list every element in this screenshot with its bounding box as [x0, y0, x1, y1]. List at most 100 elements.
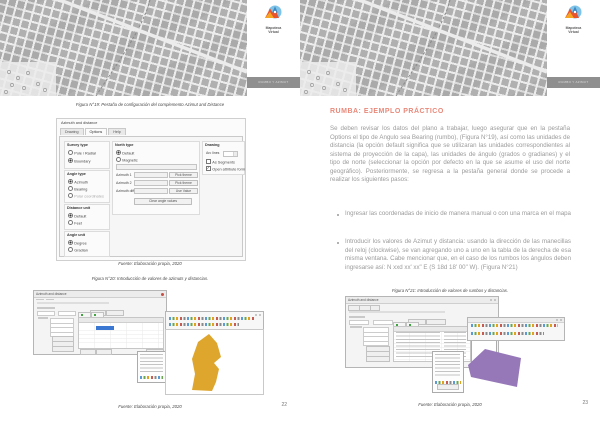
toolbar-titlebar: [468, 318, 564, 323]
city-map-banner: [0, 0, 247, 96]
form-label-stub: [350, 326, 362, 328]
instruction-text-stub: [37, 302, 109, 304]
bullet-item-2: Introducir los valores de Azimut y dista…: [345, 238, 571, 272]
page-right: Mapoteca Virtual RUMBO Y AZIMUT RUMBA: E…: [300, 0, 600, 424]
survey-type-group: Survey type Pole / Radial Boundary: [64, 141, 110, 169]
checkbox-checked-icon: [206, 166, 211, 171]
checkbox-open-attribute-form: Open attribute form: [206, 166, 245, 172]
bullet-item-1: Ingresar las coordenadas de inicio de ma…: [345, 210, 571, 219]
header-band: RUMBO Y AZIMUT: [247, 77, 300, 88]
radio-north-default: Default: [116, 150, 134, 156]
radio-icon: [116, 157, 121, 162]
brand-name-line2: Virtual: [547, 30, 600, 34]
radio-polar-coordinates: Polar coordinates: [68, 193, 104, 199]
brand-logo-text: Mapoteca Virtual: [547, 26, 600, 34]
radio-icon: [68, 186, 73, 191]
radio-selected-icon: [68, 179, 73, 184]
radio-gradian: Gradian: [68, 247, 88, 253]
tab-options: Options: [85, 128, 108, 135]
y-coordinate-field: [58, 311, 76, 317]
window-controls-icon: [556, 319, 558, 321]
pick-theme-button-2: Pick theme: [169, 180, 198, 187]
selected-cell: [96, 326, 114, 330]
tab-drawing: Drawing: [60, 128, 84, 135]
angle-type-label: Angle type: [67, 172, 86, 176]
section-label-stub: [37, 307, 55, 309]
section-heading: RUMBA: EJEMPLO PRÁCTICO: [330, 108, 444, 115]
fuente-caption-2: Fuente: Elaboración propia, 2020: [0, 404, 300, 409]
use-value-button: Use Value: [169, 188, 198, 195]
window-controls-icon: [255, 314, 257, 316]
checkbox-icon: [206, 159, 211, 164]
bottom-button-stub: [96, 349, 112, 355]
survey-type-label: Survey type: [67, 143, 88, 147]
window-controls-icon: [259, 314, 261, 316]
window-title: Azimuth and distance: [36, 292, 66, 296]
arc-lines-label: Arc lines: [206, 151, 219, 155]
distances-button-stub: [106, 310, 124, 316]
y-coordinate-field: [373, 320, 393, 326]
azimuth2-input: [134, 180, 168, 186]
x-coordinate-field: [349, 320, 369, 326]
panel-toolbar-icons: [140, 376, 163, 379]
window-controls-icon: [560, 319, 562, 321]
tab-stub: [370, 305, 380, 311]
bottom-button-stub: [80, 349, 96, 355]
radio-pole-radial: Pole / Radial: [68, 150, 96, 156]
checkbox-as-segments: As Segments: [206, 159, 235, 165]
distances-button-stub: [426, 319, 446, 325]
page-left: Mapoteca Virtual RUMBO Y AZIMUT Figura N…: [0, 0, 300, 424]
bullet-icon: [337, 242, 339, 244]
document-spread: Mapoteca Virtual RUMBO Y AZIMUT Figura N…: [0, 0, 600, 424]
radio-magnetic: Magnetic: [116, 157, 138, 163]
panel-button-stub: [437, 384, 459, 390]
qgis-dialog-screenshot: Azimuth and distance: [33, 290, 167, 355]
close-icon: [161, 293, 164, 296]
toolbar-icons-row2: [471, 332, 544, 335]
window-titlebar: Azimuth and distance: [34, 291, 166, 298]
angle-type-group: Angle type Azimuth Bearing Polar coordin…: [64, 170, 110, 203]
brand-name-line2: Virtual: [247, 30, 300, 34]
page-number-right: 23: [582, 400, 588, 406]
radio-selected-icon: [68, 213, 73, 218]
radio-bearing: Bearing: [68, 186, 87, 192]
azimuth-distance-options-dialog: Azimuth and distance DrawingOptionsHelp …: [56, 118, 246, 261]
body-paragraph: Se deben revisar los datos del plano a t…: [330, 125, 570, 185]
brand-logo-text: Mapoteca Virtual: [247, 26, 300, 34]
toolbar-icons-row2: [169, 323, 239, 326]
layers-panel-screenshot: [432, 351, 464, 393]
purple-parcel-polygon: [460, 344, 526, 390]
north-type-group: North type Default Magnetic Azimuth 1 Pi…: [112, 141, 200, 215]
header-band: RUMBO Y AZIMUT: [547, 77, 600, 88]
qgis-toolbar-screenshot: [165, 311, 264, 330]
radio-degree: Degree: [68, 240, 87, 246]
layer-list-stub: [140, 354, 163, 372]
instruction-text-stub: [349, 311, 445, 313]
city-map-banner: [300, 0, 547, 96]
radio-icon: [68, 220, 73, 225]
segments-table: [78, 317, 164, 349]
bullet-icon: [337, 214, 339, 216]
radio-boundary: Boundary: [68, 158, 91, 164]
radio-selected-icon: [116, 150, 121, 155]
toolbar-icons-row1: [169, 317, 255, 320]
window-controls-icon: [490, 299, 492, 301]
azimuth-diff-input: [134, 188, 168, 194]
azimuth1-label: Azimuth 1: [116, 173, 132, 177]
form-button-stub: [366, 356, 390, 362]
fuente-caption-1: Fuente: Elaboración propia, 2020: [0, 261, 300, 266]
map-detail-overlay: [0, 0, 247, 96]
radio-selected-icon: [68, 240, 73, 245]
distance-unit-group: Distance unit Default Feet: [64, 204, 110, 230]
arc-lines-spinbox: [223, 151, 238, 157]
window-title: Azimuth and distance: [348, 298, 378, 302]
figure19-caption: Figura N°19: Pestaña de configuración de…: [0, 102, 300, 107]
window-titlebar: Azimuth and distance: [346, 297, 498, 304]
drawing-group: Drawing Arc lines As Segments Open attri…: [202, 141, 245, 175]
pick-theme-button-1: Pick theme: [169, 172, 198, 179]
drawing-group-label: Drawing: [205, 143, 220, 147]
gold-parcel-polygon: [166, 330, 263, 394]
tab-help: Help: [108, 128, 126, 135]
azimuth2-label: Azimuth 2: [116, 181, 132, 185]
radio-feet: Feet: [68, 220, 82, 226]
